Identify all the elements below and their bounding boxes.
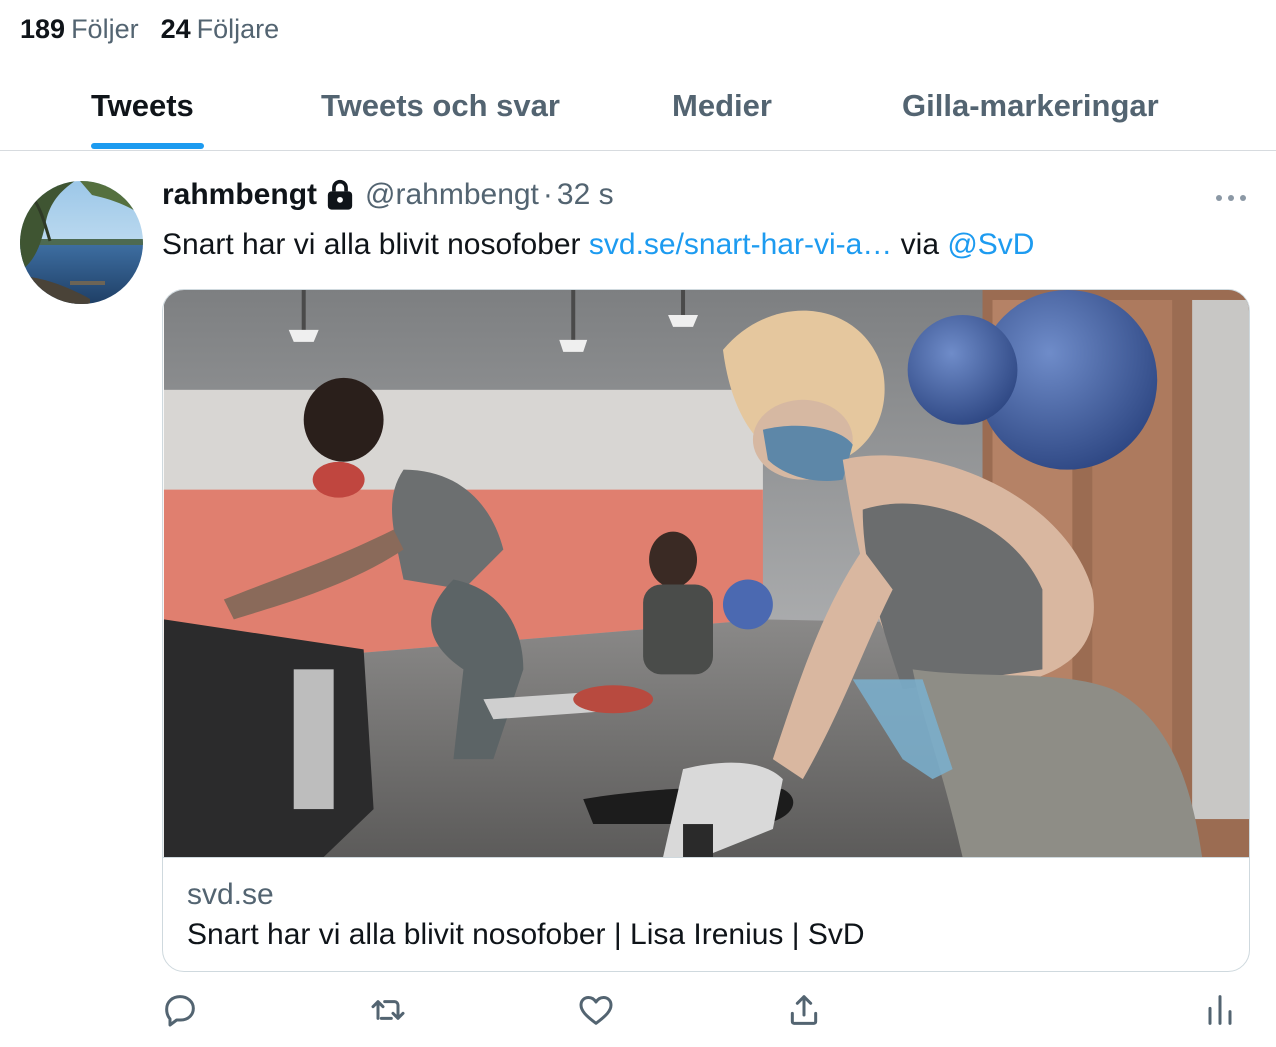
tweet-timestamp[interactable]: 32 s bbox=[557, 178, 614, 212]
card-domain: svd.se bbox=[187, 878, 274, 911]
tweet-text-prefix: Snart har vi alla blivit nosofober bbox=[162, 228, 589, 261]
link-card[interactable]: svd.se Snart har vi alla blivit nosofobe… bbox=[162, 289, 1250, 972]
tweet-link[interactable]: svd.se/snart-har-vi-a… bbox=[589, 228, 892, 261]
followers-label: Följare bbox=[196, 14, 280, 44]
following-link[interactable]: 189 Följer bbox=[20, 14, 139, 45]
following-count: 189 bbox=[20, 14, 66, 44]
card-title: Snart har vi alla blivit nosofober | Lis… bbox=[187, 918, 865, 951]
following-label: Följer bbox=[71, 14, 139, 44]
lock-icon bbox=[325, 178, 355, 212]
followers-link[interactable]: 24 Följare bbox=[161, 14, 280, 45]
share-icon[interactable] bbox=[784, 990, 824, 1030]
tweet-header: rahmbengt @rahmbengt · 32 s bbox=[162, 178, 614, 212]
mention-link[interactable]: @SvD bbox=[947, 228, 1034, 261]
tweet-text: Snart har vi alla blivit nosofober svd.s… bbox=[162, 228, 1034, 262]
display-name[interactable]: rahmbengt bbox=[162, 178, 317, 212]
like-icon[interactable] bbox=[576, 990, 616, 1030]
tab-media[interactable]: Medier bbox=[672, 88, 772, 124]
user-handle[interactable]: @rahmbengt bbox=[365, 178, 539, 212]
tweet-text-via: via bbox=[892, 228, 948, 261]
separator-dot: · bbox=[542, 178, 553, 211]
retweet-icon[interactable] bbox=[368, 990, 408, 1030]
active-tab-indicator bbox=[91, 143, 204, 149]
avatar-image bbox=[20, 181, 143, 304]
followers-count: 24 bbox=[160, 14, 191, 44]
tab-tweets-and-replies[interactable]: Tweets och svar bbox=[321, 88, 560, 124]
tab-likes[interactable]: Gilla-markeringar bbox=[902, 88, 1159, 124]
card-image bbox=[163, 290, 1249, 858]
profile-tabs: Tweets Tweets och svar Medier Gilla-mark… bbox=[0, 76, 1276, 151]
reply-icon[interactable] bbox=[160, 990, 200, 1030]
avatar[interactable] bbox=[20, 181, 143, 304]
follow-stats: 189 Följer 24 Följare bbox=[20, 14, 279, 45]
more-options-icon[interactable] bbox=[1213, 188, 1249, 208]
tab-tweets[interactable]: Tweets bbox=[91, 88, 194, 124]
analytics-icon[interactable] bbox=[1200, 990, 1240, 1030]
